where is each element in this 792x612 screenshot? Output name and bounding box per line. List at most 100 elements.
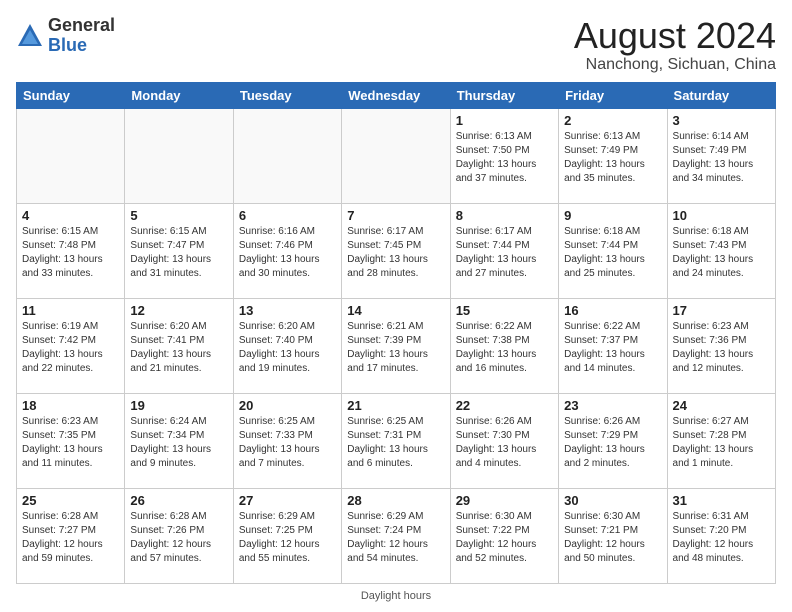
day-info: Sunrise: 6:13 AM Sunset: 7:50 PM Dayligh… xyxy=(456,130,553,186)
day-number: 2 xyxy=(564,113,661,128)
table-row xyxy=(17,108,125,203)
table-row: 29 Sunrise: 6:30 AM Sunset: 7:22 PM Dayli… xyxy=(450,488,558,583)
table-row: 13 Sunrise: 6:20 AM Sunset: 7:40 PM Dayli… xyxy=(233,298,341,393)
day-number: 21 xyxy=(347,398,444,413)
day-info: Sunrise: 6:29 AM Sunset: 7:24 PM Dayligh… xyxy=(347,510,444,566)
table-row: 10 Sunrise: 6:18 AM Sunset: 7:43 PM Dayli… xyxy=(667,203,775,298)
title-block: August 2024 Nanchong, Sichuan, China xyxy=(574,16,776,74)
table-row: 31Sunrise: 6:31 AM Sunset: 7:20 PM Dayli… xyxy=(667,488,775,583)
day-info: Sunrise: 6:22 AM Sunset: 7:38 PM Dayligh… xyxy=(456,320,553,376)
day-info: Sunrise: 6:29 AM Sunset: 7:25 PM Dayligh… xyxy=(239,510,336,566)
day-info: Sunrise: 6:16 AM Sunset: 7:46 PM Dayligh… xyxy=(239,225,336,281)
table-row: 19Sunrise: 6:24 AM Sunset: 7:34 PM Dayli… xyxy=(125,393,233,488)
day-info: Sunrise: 6:20 AM Sunset: 7:41 PM Dayligh… xyxy=(130,320,227,376)
day-number: 4 xyxy=(22,208,119,223)
day-info: Sunrise: 6:20 AM Sunset: 7:40 PM Dayligh… xyxy=(239,320,336,376)
day-number: 11 xyxy=(22,303,119,318)
calendar-week-row: 25 Sunrise: 6:28 AM Sunset: 7:27 PM Dayli… xyxy=(17,488,776,583)
day-number: 13 xyxy=(239,303,336,318)
day-info: Sunrise: 6:21 AM Sunset: 7:39 PM Dayligh… xyxy=(347,320,444,376)
calendar-week-row: 11 Sunrise: 6:19 AM Sunset: 7:42 PM Dayli… xyxy=(17,298,776,393)
day-info: Sunrise: 6:17 AM Sunset: 7:44 PM Dayligh… xyxy=(456,225,553,281)
day-info: Sunrise: 6:15 AM Sunset: 7:48 PM Dayligh… xyxy=(22,225,119,281)
table-row: 25 Sunrise: 6:28 AM Sunset: 7:27 PM Dayli… xyxy=(17,488,125,583)
table-row: 7 Sunrise: 6:17 AM Sunset: 7:45 PM Daylig… xyxy=(342,203,450,298)
day-info: Sunrise: 6:22 AM Sunset: 7:37 PM Dayligh… xyxy=(564,320,661,376)
table-row: 20Sunrise: 6:25 AM Sunset: 7:33 PM Dayli… xyxy=(233,393,341,488)
col-sunday: Sunday xyxy=(17,82,125,108)
day-info: Sunrise: 6:18 AM Sunset: 7:44 PM Dayligh… xyxy=(564,225,661,281)
day-number: 10 xyxy=(673,208,770,223)
day-number: 22 xyxy=(456,398,553,413)
day-number: 5 xyxy=(130,208,227,223)
table-row: 28Sunrise: 6:29 AM Sunset: 7:24 PM Dayli… xyxy=(342,488,450,583)
table-row: 9 Sunrise: 6:18 AM Sunset: 7:44 PM Daylig… xyxy=(559,203,667,298)
day-number: 31 xyxy=(673,493,770,508)
day-number: 29 xyxy=(456,493,553,508)
day-info: Sunrise: 6:26 AM Sunset: 7:29 PM Dayligh… xyxy=(564,415,661,471)
day-info: Sunrise: 6:28 AM Sunset: 7:27 PM Dayligh… xyxy=(22,510,119,566)
calendar-header-row: Sunday Monday Tuesday Wednesday Thursday… xyxy=(17,82,776,108)
day-number: 3 xyxy=(673,113,770,128)
day-info: Sunrise: 6:14 AM Sunset: 7:49 PM Dayligh… xyxy=(673,130,770,186)
table-row xyxy=(125,108,233,203)
day-number: 16 xyxy=(564,303,661,318)
footer: Daylight hours xyxy=(16,590,776,602)
col-friday: Friday xyxy=(559,82,667,108)
day-number: 30 xyxy=(564,493,661,508)
table-row: 26Sunrise: 6:28 AM Sunset: 7:26 PM Dayli… xyxy=(125,488,233,583)
day-info: Sunrise: 6:25 AM Sunset: 7:31 PM Dayligh… xyxy=(347,415,444,471)
table-row: 3 Sunrise: 6:14 AM Sunset: 7:49 PM Daylig… xyxy=(667,108,775,203)
calendar-week-row: 18Sunrise: 6:23 AM Sunset: 7:35 PM Dayli… xyxy=(17,393,776,488)
day-info: Sunrise: 6:13 AM Sunset: 7:49 PM Dayligh… xyxy=(564,130,661,186)
calendar-week-row: 1 Sunrise: 6:13 AM Sunset: 7:50 PM Daylig… xyxy=(17,108,776,203)
location-title: Nanchong, Sichuan, China xyxy=(574,56,776,74)
calendar-table: Sunday Monday Tuesday Wednesday Thursday… xyxy=(16,82,776,584)
table-row: 21 Sunrise: 6:25 AM Sunset: 7:31 PM Dayli… xyxy=(342,393,450,488)
day-number: 23 xyxy=(564,398,661,413)
day-info: Sunrise: 6:17 AM Sunset: 7:45 PM Dayligh… xyxy=(347,225,444,281)
day-number: 19 xyxy=(130,398,227,413)
day-info: Sunrise: 6:23 AM Sunset: 7:35 PM Dayligh… xyxy=(22,415,119,471)
col-saturday: Saturday xyxy=(667,82,775,108)
day-info: Sunrise: 6:27 AM Sunset: 7:28 PM Dayligh… xyxy=(673,415,770,471)
table-row xyxy=(233,108,341,203)
table-row: 14Sunrise: 6:21 AM Sunset: 7:39 PM Dayli… xyxy=(342,298,450,393)
day-number: 25 xyxy=(22,493,119,508)
day-number: 24 xyxy=(673,398,770,413)
day-info: Sunrise: 6:18 AM Sunset: 7:43 PM Dayligh… xyxy=(673,225,770,281)
day-number: 8 xyxy=(456,208,553,223)
table-row: 1 Sunrise: 6:13 AM Sunset: 7:50 PM Daylig… xyxy=(450,108,558,203)
col-tuesday: Tuesday xyxy=(233,82,341,108)
day-number: 20 xyxy=(239,398,336,413)
logo: General Blue xyxy=(16,16,115,56)
day-info: Sunrise: 6:30 AM Sunset: 7:22 PM Dayligh… xyxy=(456,510,553,566)
day-number: 26 xyxy=(130,493,227,508)
month-year-title: August 2024 xyxy=(574,16,776,56)
page: General Blue August 2024 Nanchong, Sichu… xyxy=(0,0,792,612)
table-row: 2 Sunrise: 6:13 AM Sunset: 7:49 PM Daylig… xyxy=(559,108,667,203)
col-thursday: Thursday xyxy=(450,82,558,108)
day-number: 9 xyxy=(564,208,661,223)
table-row: 5 Sunrise: 6:15 AM Sunset: 7:47 PM Daylig… xyxy=(125,203,233,298)
day-number: 6 xyxy=(239,208,336,223)
header: General Blue August 2024 Nanchong, Sichu… xyxy=(16,16,776,74)
table-row: 4 Sunrise: 6:15 AM Sunset: 7:48 PM Daylig… xyxy=(17,203,125,298)
day-info: Sunrise: 6:23 AM Sunset: 7:36 PM Dayligh… xyxy=(673,320,770,376)
col-monday: Monday xyxy=(125,82,233,108)
logo-general-text: General xyxy=(48,15,115,35)
table-row: 24 Sunrise: 6:27 AM Sunset: 7:28 PM Dayli… xyxy=(667,393,775,488)
day-number: 1 xyxy=(456,113,553,128)
day-number: 7 xyxy=(347,208,444,223)
day-info: Sunrise: 6:26 AM Sunset: 7:30 PM Dayligh… xyxy=(456,415,553,471)
col-wednesday: Wednesday xyxy=(342,82,450,108)
day-info: Sunrise: 6:15 AM Sunset: 7:47 PM Dayligh… xyxy=(130,225,227,281)
table-row: 18Sunrise: 6:23 AM Sunset: 7:35 PM Dayli… xyxy=(17,393,125,488)
table-row: 30Sunrise: 6:30 AM Sunset: 7:21 PM Dayli… xyxy=(559,488,667,583)
table-row: 17Sunrise: 6:23 AM Sunset: 7:36 PM Dayli… xyxy=(667,298,775,393)
table-row: 23 Sunrise: 6:26 AM Sunset: 7:29 PM Dayli… xyxy=(559,393,667,488)
day-info: Sunrise: 6:19 AM Sunset: 7:42 PM Dayligh… xyxy=(22,320,119,376)
table-row: 6 Sunrise: 6:16 AM Sunset: 7:46 PM Daylig… xyxy=(233,203,341,298)
table-row: 12Sunrise: 6:20 AM Sunset: 7:41 PM Dayli… xyxy=(125,298,233,393)
day-number: 15 xyxy=(456,303,553,318)
